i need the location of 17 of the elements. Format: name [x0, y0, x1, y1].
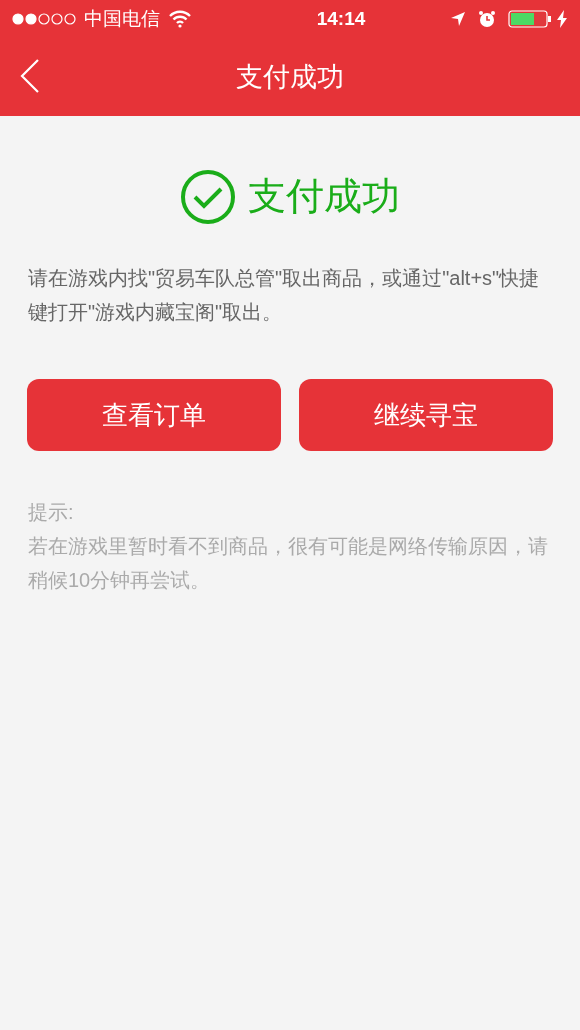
signal-icon — [12, 13, 76, 25]
action-button[interactable]: 查看订单 — [27, 379, 281, 451]
check-circle-icon — [180, 168, 236, 225]
alarm-clock-icon — [478, 10, 496, 28]
wifi-icon — [168, 10, 192, 28]
battery-icon — [508, 10, 552, 28]
success-title: 支付成功 — [248, 174, 400, 219]
carrier-name: 中国电信 — [84, 6, 160, 31]
location-arrow-icon — [450, 11, 466, 27]
clock-time: 14:14 — [315, 6, 366, 31]
nav-title: 支付成功 — [236, 60, 344, 94]
tip-label: 提示: — [28, 500, 75, 525]
instruction-text: 请在游戏内找"贸易车队总管"取出商品，或通过"alt+s"快捷键打开"游戏内藏宝阁"取出。 — [28, 266, 541, 325]
tip-text: 若在游戏里暂时看不到商品，很有可能是网络传输原因，请稍候10分钟再尝试。 — [28, 534, 549, 593]
charging-bolt-icon — [556, 10, 568, 28]
back-chevron-icon — [20, 58, 40, 94]
action-button[interactable]: 继续寻宝 — [299, 379, 553, 451]
